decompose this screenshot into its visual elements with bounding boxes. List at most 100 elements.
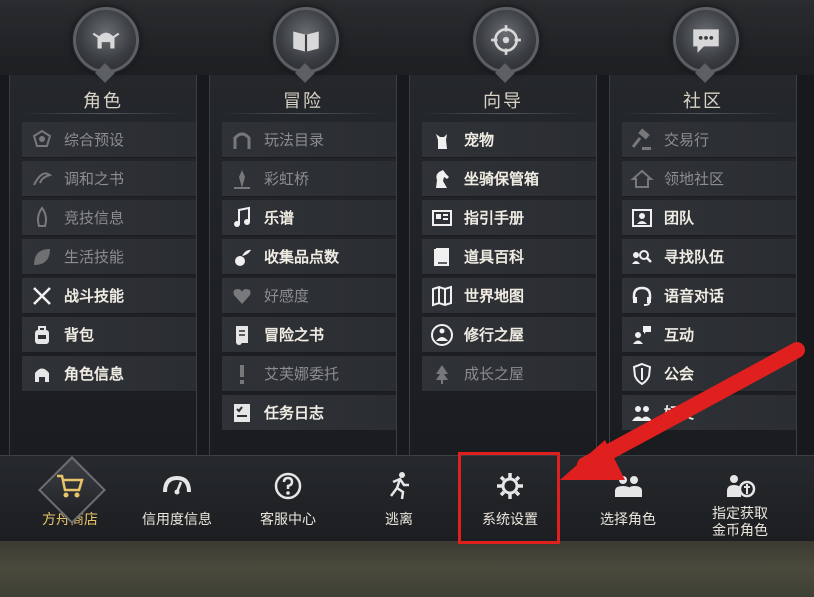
menu-item-friends[interactable]: 好友 [622,395,796,431]
menu-item-preset[interactable]: 综合预设 [22,122,196,158]
menu-item-label: 成长之屋 [464,365,525,383]
ark-shop-button[interactable]: 方舟商店 [15,456,125,541]
leaf-icon [28,243,56,271]
team-icon [628,204,656,232]
menu-item-collectibles[interactable]: 收集品点数 [222,239,396,275]
menu-item-content-catalog[interactable]: 玩法目录 [222,122,396,158]
menu-item-find-party[interactable]: 寻找队伍 [622,239,796,275]
gauge-icon [157,468,197,504]
menu-item-combat-skills[interactable]: 战斗技能 [22,278,196,314]
menu-item-growth-house[interactable]: 成长之屋 [422,356,596,392]
menu-item-label: 角色信息 [64,365,125,383]
crossed-swords-icon [28,282,56,310]
map-icon [428,282,456,310]
shield-icon [628,360,656,388]
menu-item-guide-manual[interactable]: 指引手册 [422,200,596,236]
menu-item-team[interactable]: 团队 [622,200,796,236]
menu-item-label: 道具百科 [464,248,525,266]
menu-item-label: 玩法目录 [264,131,325,149]
menu-item-mount-storage[interactable]: 坐骑保管箱 [422,161,596,197]
search-party-icon [628,243,656,271]
menu-item-label: 彩虹桥 [264,170,310,188]
highlight-box [458,452,560,544]
menu-item-voice-chat[interactable]: 语音对话 [622,278,796,314]
menu-item-label: 战斗技能 [64,287,125,305]
column-title: 向导 [483,91,523,112]
heart-icon [228,282,256,310]
menu-item-adventure-book[interactable]: 冒险之书 [222,317,396,353]
menu-item-rapport[interactable]: 好感度 [222,278,396,314]
bottom-button-label: 指定获取 金币角色 [712,506,768,539]
column-title: 角色 [83,91,123,112]
escape-button[interactable]: 逃离 [344,456,454,541]
exclamation-icon [228,360,256,388]
cat-icon [428,126,456,154]
menu-column-adventure: 冒险 玩法目录 彩虹桥 乐谱 收集品点数 好感度 冒险之书 艾芙娜委托 任务日志 [209,7,397,455]
menu-item-stronghold-community[interactable]: 领地社区 [622,161,796,197]
menu-item-label: 任务日志 [264,404,325,422]
menu-item-label: 领地社区 [664,170,725,188]
menu-item-training-house[interactable]: 修行之屋 [422,317,596,353]
menu-item-guild[interactable]: 公会 [622,356,796,392]
menu-column-guide: 向导 宠物 坐骑保管箱 指引手册 道具百科 世界地图 修行之屋 成长之屋 [409,7,597,455]
bottom-button-label: 逃离 [385,512,413,528]
tree-icon [428,360,456,388]
bottom-button-label: 选择角色 [600,512,656,528]
manual-icon [428,204,456,232]
interact-icon [628,321,656,349]
menu-item-ealyn-request[interactable]: 艾芙娜委托 [222,356,396,392]
menu-item-label: 调和之书 [64,170,125,188]
bottom-bar: 方舟商店 信用度信息 客服中心 逃离 系统设置 选择角色 指定获取 金币角色 [0,455,814,541]
portal-icon [228,165,256,193]
menu-item-label: 收集品点数 [264,248,340,266]
helmet-icon [73,7,139,73]
backpack-icon [28,321,56,349]
bottom-button-label: 客服中心 [260,512,316,528]
menu-item-label: 背包 [64,326,95,344]
menu-item-label: 综合预设 [64,131,125,149]
divider [20,113,186,114]
menu-item-label: 艾芙娜委托 [264,365,340,383]
column-title: 冒险 [283,91,323,112]
swirl-icon [28,165,56,193]
menu-item-label: 生活技能 [64,248,125,266]
menu-item-interaction[interactable]: 互动 [622,317,796,353]
menu-item-arena-info[interactable]: 竞技信息 [22,200,196,236]
sprout-icon [228,243,256,271]
menu-item-label: 团队 [664,209,695,227]
menu-column-community: 社区 交易行 领地社区 团队 寻找队伍 语音对话 互动 公会 好友 [609,7,797,455]
menu-item-world-map[interactable]: 世界地图 [422,278,596,314]
credit-info-button[interactable]: 信用度信息 [122,456,232,541]
menu-item-label: 好感度 [264,287,310,305]
menu-item-label: 乐谱 [264,209,295,227]
divider [420,113,586,114]
menu-item-label: 坐骑保管箱 [464,170,540,188]
book-icon [273,7,339,73]
chat-bubble-icon [673,7,739,73]
menu-item-life-skills[interactable]: 生活技能 [22,239,196,275]
menu-item-rainbow-bridge[interactable]: 彩虹桥 [222,161,396,197]
menu-item-harmony-book[interactable]: 调和之书 [22,161,196,197]
menu-item-label: 指引手册 [464,209,525,227]
menu-item-item-encyclopedia[interactable]: 道具百科 [422,239,596,275]
menu-item-label: 寻找队伍 [664,248,725,266]
designate-gold-character-button[interactable]: 指定获取 金币角色 [688,456,792,541]
menu-item-character-info[interactable]: 角色信息 [22,356,196,392]
menu-item-label: 世界地图 [464,287,525,305]
menu-item-backpack[interactable]: 背包 [22,317,196,353]
customer-service-button[interactable]: 客服中心 [233,456,343,541]
menu-item-label: 宠物 [464,131,495,149]
menu-item-quest-journal[interactable]: 任务日志 [222,395,396,431]
menu-item-label: 互动 [664,326,695,344]
arch-icon [228,126,256,154]
menu-item-auction-house[interactable]: 交易行 [622,122,796,158]
column-title: 社区 [683,91,723,112]
menu-item-label: 交易行 [664,131,710,149]
select-character-button[interactable]: 选择角色 [573,456,683,541]
friends-icon [628,399,656,427]
gavel-icon [628,126,656,154]
menu-item-label: 修行之屋 [464,326,525,344]
house-icon [628,165,656,193]
menu-item-sheet-music[interactable]: 乐谱 [222,200,396,236]
menu-item-pets[interactable]: 宠物 [422,122,596,158]
